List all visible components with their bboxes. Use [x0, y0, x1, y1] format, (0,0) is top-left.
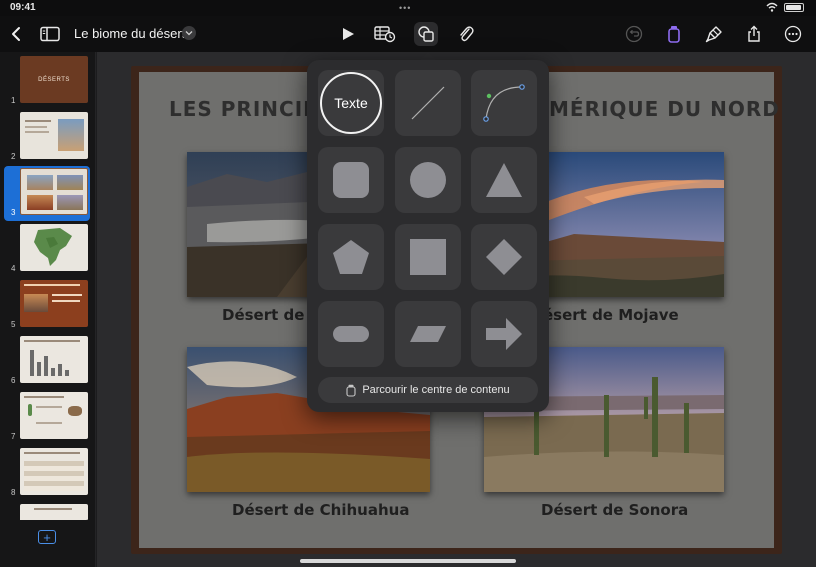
slide-title-continued[interactable]: MÉRIQUE DU NORD	[549, 97, 780, 121]
curve-icon	[483, 84, 525, 122]
shape-line[interactable]	[395, 70, 461, 136]
text-shape-label: Texte	[320, 72, 382, 134]
slide-number: 3	[11, 208, 16, 217]
share-button[interactable]	[742, 22, 766, 46]
arrow-right-icon	[486, 318, 522, 350]
slide-number: 8	[11, 488, 16, 497]
slide-thumbnail-5[interactable]: 5	[4, 278, 90, 333]
slide-thumb-image	[20, 504, 88, 520]
slide-number: 1	[11, 96, 16, 105]
shape-pentagon[interactable]	[318, 224, 384, 290]
slide-thumb-image	[20, 112, 88, 159]
insert-media-button[interactable]	[454, 22, 478, 46]
slide-thumb-image	[20, 336, 88, 383]
paintbrush-icon	[705, 26, 722, 43]
slide-thumb-image	[20, 392, 88, 439]
shape-circle[interactable]	[395, 147, 461, 213]
jar-icon	[346, 384, 356, 397]
battery-icon	[784, 2, 804, 12]
chevron-left-icon	[12, 27, 20, 41]
undo-icon	[625, 25, 643, 43]
sidebar-icon	[40, 26, 60, 42]
chevron-down-icon	[185, 31, 193, 36]
pentagon-icon	[333, 240, 369, 274]
parallelogram-icon	[410, 326, 446, 342]
slide-thumbnail-3[interactable]: 3	[4, 166, 90, 221]
triangle-icon	[486, 163, 522, 197]
caption-bottom-left[interactable]: Désert de Chihuahua	[232, 501, 409, 519]
diamond-icon	[486, 239, 522, 275]
sidebar-toggle-button[interactable]	[38, 22, 62, 46]
format-brush-icon	[668, 26, 680, 43]
slide-thumb-image	[20, 168, 88, 215]
more-button[interactable]	[781, 22, 805, 46]
slide-thumbnail-1[interactable]: 1 DÉSERTS	[4, 54, 90, 109]
thumb-title: DÉSERTS	[38, 76, 70, 83]
toolbar: Le biome du désert	[0, 16, 816, 52]
slide-thumbnail-4[interactable]: 4	[4, 222, 90, 277]
status-indicators	[766, 2, 804, 12]
shape-rounded-square[interactable]	[318, 147, 384, 213]
insert-shape-button[interactable]	[414, 22, 438, 46]
slide-thumbnail-7[interactable]: 7	[4, 390, 90, 445]
shape-pill[interactable]	[318, 301, 384, 367]
slide-number: 6	[11, 376, 16, 385]
slide-thumbnail-8[interactable]: 8	[4, 446, 90, 501]
wifi-icon	[766, 2, 778, 12]
slide-thumb-image	[20, 280, 88, 327]
slide-number: 2	[11, 152, 16, 161]
undo-button[interactable]	[622, 22, 646, 46]
status-bar: 09:41 •••	[0, 0, 816, 16]
slide-thumbnail-2[interactable]: 2	[4, 110, 90, 165]
slide-thumb-image	[20, 224, 88, 271]
shape-triangle[interactable]	[471, 147, 537, 213]
play-button[interactable]	[336, 22, 360, 46]
shape-arrow[interactable]	[471, 301, 537, 367]
shape-parallelogram[interactable]	[395, 301, 461, 367]
shapes-icon	[418, 26, 434, 42]
caption-top-right[interactable]: ésert de Mojave	[543, 306, 679, 324]
document-title[interactable]: Le biome du désert	[74, 26, 185, 41]
paintbrush-button[interactable]	[702, 22, 726, 46]
slide-thumbnail-9[interactable]	[4, 502, 90, 520]
format-button[interactable]	[662, 22, 686, 46]
share-icon	[748, 25, 760, 42]
table-chart-icon	[374, 26, 396, 43]
paperclip-icon	[460, 26, 474, 42]
shape-curve[interactable]	[471, 70, 537, 136]
slide-number: 4	[11, 264, 16, 273]
more-icon	[784, 25, 802, 43]
map-thumbnail	[34, 228, 72, 266]
home-indicator[interactable]	[300, 559, 516, 563]
title-menu-button[interactable]	[182, 26, 196, 40]
slide-number: 7	[11, 432, 16, 441]
pill-icon	[333, 326, 369, 342]
caption-bottom-right[interactable]: Désert de Sonora	[541, 501, 688, 519]
shape-square[interactable]	[395, 224, 461, 290]
line-icon	[411, 86, 445, 120]
insert-table-chart-button[interactable]	[373, 22, 397, 46]
back-button[interactable]	[4, 22, 28, 46]
slide-thumb-image	[20, 448, 88, 495]
shape-diamond[interactable]	[471, 224, 537, 290]
add-slide-button[interactable]: +	[38, 530, 56, 544]
slide-thumbnail-6[interactable]: 6	[4, 334, 90, 389]
circle-icon	[410, 162, 446, 198]
browse-content-hub-button[interactable]: Parcourir le centre de contenu	[318, 377, 538, 403]
multitasking-dots[interactable]: •••	[399, 3, 411, 13]
slide-thumb-image: DÉSERTS	[20, 56, 88, 103]
slide-number: 5	[11, 320, 16, 329]
status-time: 09:41	[10, 2, 36, 13]
browse-content-label: Parcourir le centre de contenu	[362, 384, 510, 396]
square-icon	[410, 239, 446, 275]
play-icon	[343, 28, 354, 40]
shape-text[interactable]: Texte	[318, 70, 384, 136]
rounded-square-icon	[333, 162, 369, 198]
